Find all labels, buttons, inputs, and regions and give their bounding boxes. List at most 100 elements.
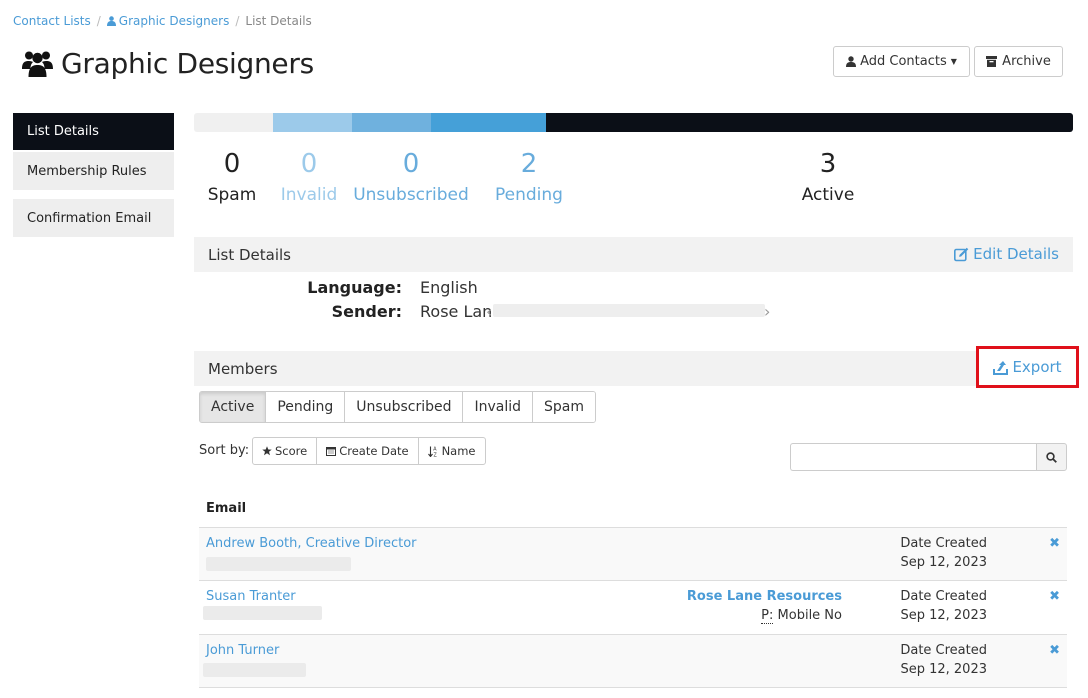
sort-alpha-icon: AZ [427,446,437,457]
caret-down-icon: ▼ [950,57,957,66]
stat-value: 0 [402,149,420,179]
phone-value: Mobile No [777,608,842,623]
sort-create-date-label: Create Date [339,444,409,458]
page-header: Graphic Designers [22,43,314,83]
member-status-tabs: Active Pending Unsubscribed Invalid Spam [199,391,597,423]
stat-value: 0 [300,149,318,179]
stat-label: Unsubscribed [353,185,469,205]
remove-member-icon[interactable]: ✖ [1049,589,1060,604]
tab-unsubscribed[interactable]: Unsubscribed [345,392,464,422]
star-icon [262,446,272,456]
edit-details-link[interactable]: Edit Details [954,245,1059,263]
progress-segment-unsubscribed [352,113,432,132]
sort-create-date-button[interactable]: Create Date [317,438,419,464]
tab-invalid[interactable]: Invalid [463,392,534,422]
remove-member-icon[interactable]: ✖ [1049,536,1060,551]
search-button[interactable] [1036,443,1067,471]
section-title: Members [208,359,278,378]
breadcrumb-separator: / [96,14,101,28]
remove-member-icon[interactable]: ✖ [1049,643,1060,658]
member-name-link[interactable]: Susan Tranter [206,589,296,604]
member-name-link[interactable]: John Turner [206,643,279,658]
stat-label: Pending [495,185,563,205]
membership-progress-bar [194,113,1073,132]
stat-value: 3 [819,149,837,179]
export-icon [993,360,1009,375]
date-created-value: Sep 12, 2023 [900,608,987,623]
user-icon [106,16,116,26]
table-row: John Turner Date Created Sep 12, 2023 ✖ [199,635,1067,688]
search-icon [1046,451,1057,463]
add-contacts-button[interactable]: Add Contacts ▼ [833,46,970,77]
stat-active[interactable]: 3 Active [793,149,863,205]
sort-options: Score Create Date AZ Name [252,437,486,465]
sidebar-item-label: Membership Rules [27,163,147,179]
date-created-label: Date Created [900,589,987,604]
calendar-icon [326,447,337,456]
progress-segment-invalid [273,113,353,132]
stat-value: 2 [520,149,538,179]
phone-prefix: P: [761,608,774,624]
date-created-value: Sep 12, 2023 [900,555,987,570]
archive-button[interactable]: Archive [974,46,1063,77]
breadcrumb-separator: / [235,14,240,28]
stat-spam[interactable]: 0 Spam [201,149,263,205]
breadcrumb-contact-lists[interactable]: Contact Lists [13,14,91,28]
edit-details-label: Edit Details [973,245,1059,263]
sidebar-item-membership-rules[interactable]: Membership Rules [13,152,174,190]
sidebar-item-confirmation-email[interactable]: Confirmation Email [13,199,174,237]
sender-open-bracket: ‹ [486,302,493,321]
table-row: Andrew Booth, Creative Director Date Cre… [199,528,1067,581]
sort-score-button[interactable]: Score [253,438,318,464]
search-input[interactable] [790,443,1038,471]
sender-close-bracket: › [764,302,771,321]
sort-score-label: Score [275,444,308,458]
progress-segment-active [545,113,1073,132]
stat-unsubscribed[interactable]: 0 Unsubscribed [351,149,471,205]
date-created-value: Sep 12, 2023 [900,662,987,677]
member-email-redacted [206,557,351,571]
stat-label: Active [801,185,855,205]
member-email-redacted [203,606,322,620]
sort-name-button[interactable]: AZ Name [419,438,485,464]
language-key: Language: [307,278,402,297]
page-title: Graphic Designers [61,46,314,80]
column-header-email: Email [206,501,247,516]
tab-active[interactable]: Active [200,392,267,422]
add-contacts-label: Add Contacts [860,54,947,69]
member-company-link[interactable]: Rose Lane Resources [687,589,842,604]
archive-icon [986,56,998,67]
breadcrumb-graphic-designers-label: Graphic Designers [118,14,230,28]
edit-icon [954,247,969,261]
breadcrumb-graphic-designers[interactable]: Graphic Designers [106,14,230,28]
language-value: English [420,278,478,297]
archive-label: Archive [1002,54,1051,69]
table-row: Susan Tranter Rose Lane Resources P: Mob… [199,581,1067,635]
breadcrumb: Contact Lists / Graphic Designers / List Det… [13,14,312,28]
breadcrumb-current: List Details [245,14,312,28]
tab-pending[interactable]: Pending [266,392,346,422]
sender-key: Sender: [331,302,402,321]
stat-label: Invalid [280,185,338,205]
sender-email-redacted [493,304,765,317]
stat-pending[interactable]: 2 Pending [489,149,569,205]
stat-label: Spam [207,185,257,205]
tab-spam[interactable]: Spam [533,392,596,422]
sort-name-label: Name [441,444,476,458]
export-button[interactable]: Export [976,346,1079,388]
svg-text:Z: Z [433,452,437,457]
date-created-label: Date Created [900,643,987,658]
svg-text:A: A [433,446,437,452]
sidebar-item-label: List Details [27,124,99,139]
progress-segment-spam [194,113,274,132]
stat-invalid[interactable]: 0 Invalid [277,149,341,205]
member-phone: P: Mobile No [761,608,842,624]
sidebar-item-list-details[interactable]: List Details [13,113,174,150]
members-header: Members [194,351,1073,386]
stat-value: 0 [223,149,241,179]
section-title: List Details [208,245,291,264]
export-label: Export [1012,358,1062,376]
list-details-header: List Details Edit Details [194,237,1073,272]
progress-segment-pending [431,113,546,132]
member-name-link[interactable]: Andrew Booth, Creative Director [206,536,417,551]
